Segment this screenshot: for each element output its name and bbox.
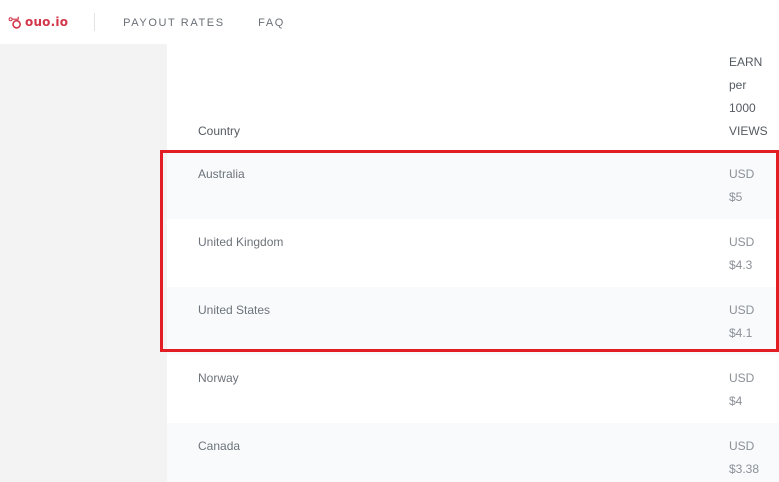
row-earn: USD $3.38: [729, 435, 759, 481]
table-row: Australia USD $5: [167, 151, 779, 219]
nav-faq[interactable]: FAQ: [258, 17, 285, 29]
row-currency: USD: [729, 303, 755, 317]
brand-name: ouo.io: [25, 15, 69, 29]
row-earn: USD $4.1: [729, 299, 754, 345]
earn-header-line: 1000: [729, 101, 756, 115]
row-earn: USD $4.3: [729, 231, 754, 277]
row-country: Canada: [198, 439, 241, 453]
table-row: United Kingdom USD $4.3: [167, 219, 779, 287]
logo-icon: [8, 14, 24, 30]
row-amount: $4.1: [729, 326, 753, 340]
row-earn: USD $5: [729, 163, 754, 209]
payout-rates-table: Country EARN per 1000 VIEWS Australia US…: [167, 44, 779, 482]
row-amount: $5: [729, 190, 743, 204]
row-country: United Kingdom: [198, 235, 284, 249]
top-navbar: ouo.io PAYOUT RATES FAQ: [0, 0, 779, 44]
table-row: Canada USD $3.38: [167, 423, 779, 482]
row-amount: $4: [729, 394, 743, 408]
earn-header-line: per: [729, 78, 747, 92]
row-amount: $4.3: [729, 258, 753, 272]
row-country: United States: [198, 303, 271, 317]
row-country: Australia: [198, 167, 245, 181]
earn-header-line: VIEWS: [729, 124, 768, 138]
column-header-earn: EARN per 1000 VIEWS: [729, 51, 777, 143]
row-amount: $3.38: [729, 462, 760, 476]
table-header: Country EARN per 1000 VIEWS: [167, 44, 779, 149]
earn-header-line: EARN: [729, 55, 763, 69]
row-currency: USD: [729, 371, 755, 385]
row-earn: USD $4: [729, 367, 754, 413]
row-currency: USD: [729, 439, 755, 453]
table-row: United States USD $4.1: [167, 287, 779, 355]
brand-logo[interactable]: ouo.io: [8, 14, 68, 30]
row-country: Norway: [198, 371, 239, 385]
main-nav: PAYOUT RATES FAQ: [95, 13, 285, 31]
column-header-country: Country: [198, 124, 241, 138]
table-row: Norway USD $4: [167, 355, 779, 423]
nav-payout-rates[interactable]: PAYOUT RATES: [123, 17, 225, 29]
row-currency: USD: [729, 235, 755, 249]
row-currency: USD: [729, 167, 755, 181]
